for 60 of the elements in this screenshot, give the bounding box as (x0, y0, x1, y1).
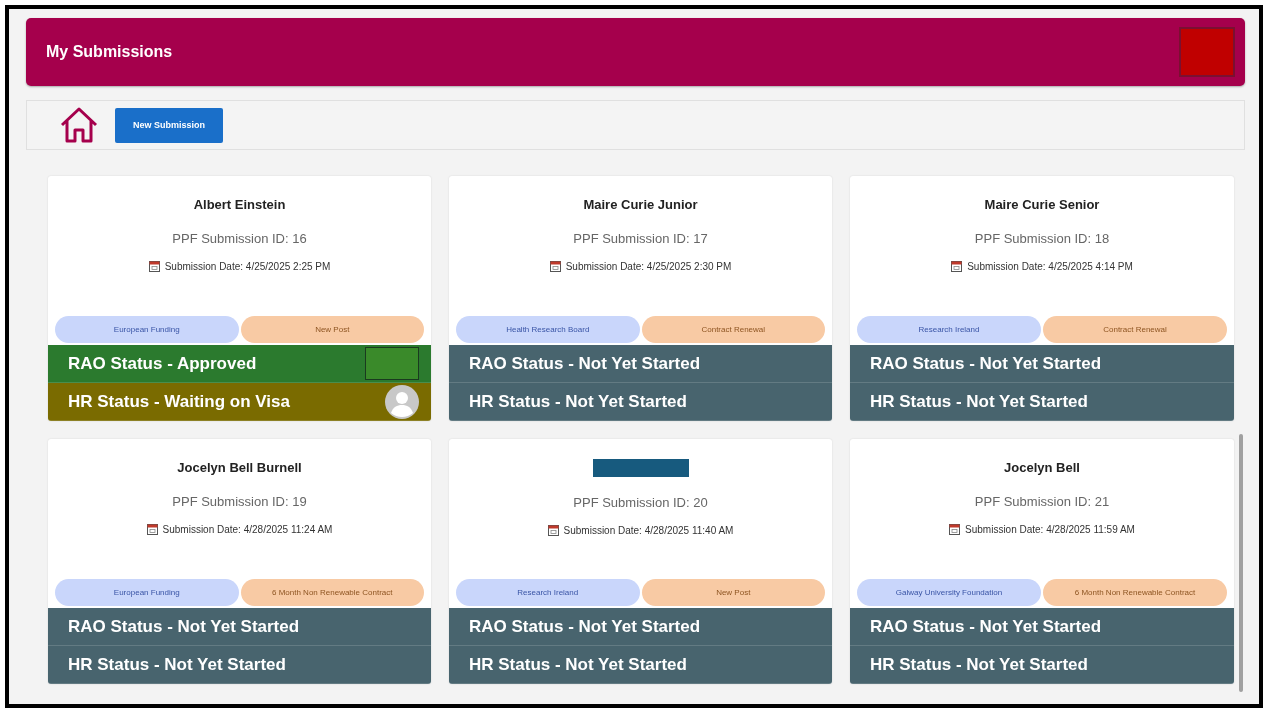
category-tag: European Funding (55, 579, 239, 606)
submission-id: PPF Submission ID: 18 (974, 231, 1110, 246)
page-title: My Submissions (46, 43, 173, 61)
submission-date: Submission Date: 4/28/2025 11:24 AM (162, 523, 333, 535)
avatar-icon[interactable] (385, 384, 419, 419)
submission-id: PPF Submission ID: 16 (172, 231, 307, 246)
category-tag: Contract Renewal (641, 316, 825, 343)
applicant-name: Jocelyn Bell (1004, 459, 1080, 476)
calendar-icon (146, 523, 158, 535)
user-tile[interactable] (1179, 27, 1235, 77)
home-icon[interactable] (59, 106, 99, 144)
scrollbar[interactable] (1239, 434, 1243, 692)
applicant-name: Maire Curie Junior (583, 196, 698, 213)
category-tag: European Funding (55, 316, 239, 343)
calendar-icon (949, 523, 961, 535)
applicant-name: Maire Curie Senior (984, 196, 1100, 213)
submission-date: Submission Date: 4/25/2025 2:30 PM (565, 260, 732, 272)
submission-card[interactable]: Maire Curie Senior PPF Submission ID: 18 Submission Date: 4/25/2025 4:14 PM Research Ireland Contract Renewal RAO Status - Not Yet Started HR Status - Not Yet Started (850, 176, 1234, 421)
submission-date: Submission Date: 4/25/2025 2:25 PM (164, 260, 331, 272)
submission-card[interactable]: PPF Submission ID: 20 Submission Date: 4/28/2025 11:40 AM Research Ireland New Post RAO Status - Not Yet Started HR Status - Not Yet Started (449, 439, 832, 684)
applicant-name: Albert Einstein (193, 196, 286, 213)
category-tag: Research Ireland (456, 579, 640, 606)
status-text: HR Status - Not Yet Started (870, 391, 1088, 412)
status-text: HR Status - Waiting on Visa (68, 391, 290, 412)
calendar-icon (549, 260, 561, 272)
submission-card[interactable]: Maire Curie Junior PPF Submission ID: 17 Submission Date: 4/25/2025 2:30 PM Health Research Board Contract Renewal RAO Status - Not Yet Started HR Status - Not Yet Started (449, 176, 832, 421)
status-text: RAO Status - Not Yet Started (469, 353, 701, 374)
submission-date: Submission Date: 4/25/2025 4:14 PM (967, 260, 1133, 272)
status-text: RAO Status - Not Yet Started (870, 616, 1102, 637)
submission-card[interactable]: Jocelyn Bell Burnell PPF Submission ID: 19 Submission Date: 4/28/2025 11:24 AM European Funding 6 Month Non Renewable Contract RAO Status - Not Yet Started HR Status - Not Yet Started (48, 439, 431, 684)
status-text: HR Status - Not Yet Started (469, 654, 687, 675)
category-tag: 6 Month Non Renewable Contract (240, 579, 424, 606)
submission-date: Submission Date: 4/28/2025 11:40 AM (563, 524, 734, 536)
submission-card[interactable]: Albert Einstein PPF Submission ID: 16 Submission Date: 4/25/2025 2:25 PM European Funding New Post RAO Status - Approved HR Status - Waiting on Visa (48, 176, 431, 421)
status-text: HR Status - Not Yet Started (68, 654, 286, 675)
status-text: RAO Status - Not Yet Started (870, 353, 1102, 374)
submission-id: PPF Submission ID: 19 (172, 494, 307, 509)
submission-card[interactable]: Jocelyn Bell PPF Submission ID: 21 Submission Date: 4/28/2025 11:59 AM Galway University Foundation 6 Month Non Renewable Contract RAO Status - Not Yet Started HR Status - Not Yet Started (850, 439, 1234, 684)
category-tag: New Post (240, 316, 424, 343)
category-tag: Research Ireland (857, 316, 1041, 343)
category-tag: 6 Month Non Renewable Contract (1043, 579, 1227, 606)
calendar-icon (547, 524, 559, 536)
status-text: HR Status - Not Yet Started (469, 391, 687, 412)
status-text: RAO Status - Not Yet Started (68, 616, 300, 637)
calendar-icon (951, 260, 963, 272)
status-text: RAO Status - Approved (68, 353, 257, 374)
new-submission-button[interactable]: New Submission (115, 107, 223, 143)
submission-id: PPF Submission ID: 17 (573, 231, 708, 246)
status-text: RAO Status - Not Yet Started (469, 616, 701, 637)
status-text: HR Status - Not Yet Started (870, 654, 1088, 675)
category-tag: Contract Renewal (1043, 316, 1227, 343)
category-tag: Galway University Foundation (857, 579, 1041, 606)
submission-id: PPF Submission ID: 21 (974, 494, 1110, 509)
calendar-icon (148, 260, 160, 272)
image-placeholder (365, 347, 419, 380)
category-tag: Health Research Board (456, 316, 640, 343)
applicant-name: Jocelyn Bell Burnell (177, 459, 302, 476)
submission-id: PPF Submission ID: 20 (573, 495, 708, 510)
submission-date: Submission Date: 4/28/2025 11:59 AM (965, 523, 1135, 535)
category-tag: New Post (641, 579, 825, 606)
